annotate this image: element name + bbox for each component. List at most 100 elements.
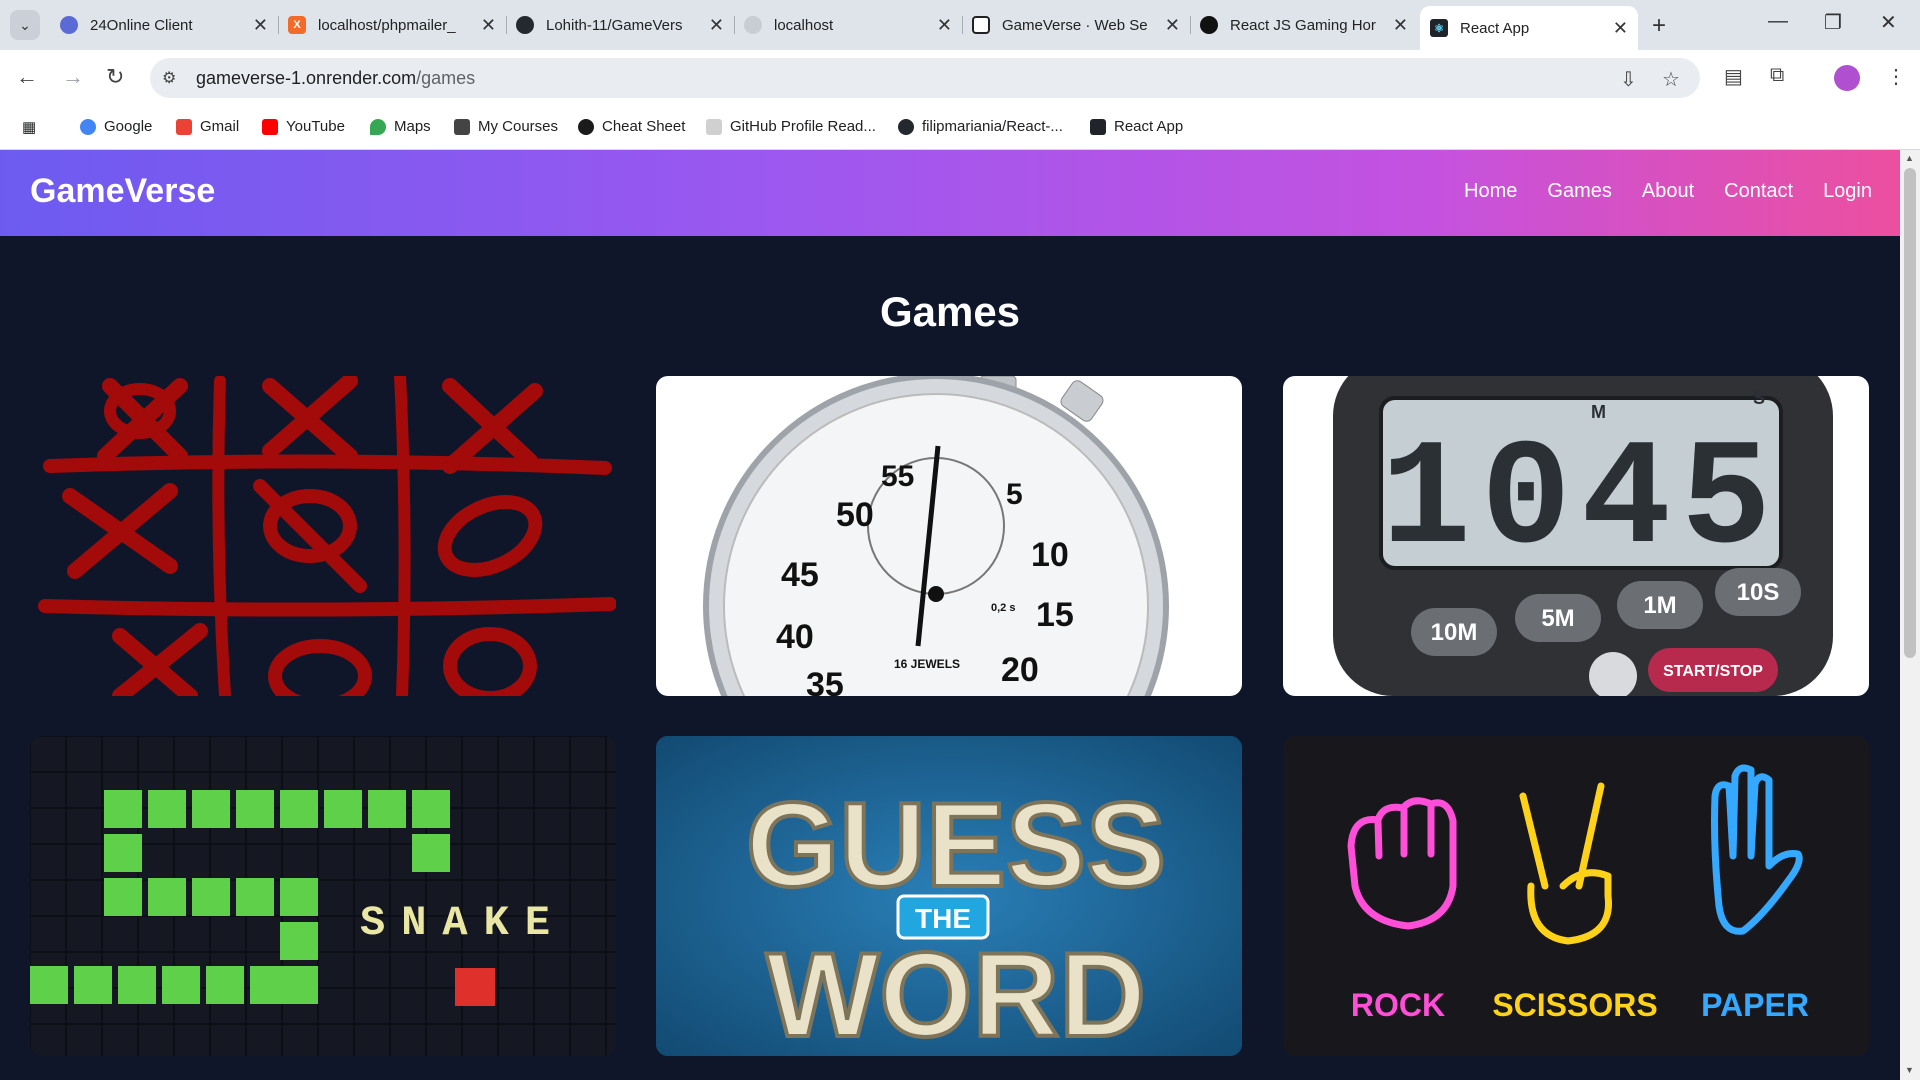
tab-react-app[interactable]: ⚛ React App ✕	[1420, 6, 1638, 50]
page-scrollbar[interactable]: ▲ ▼	[1900, 150, 1920, 1080]
forward-button[interactable]: →	[62, 64, 84, 90]
tab-title: localhost	[774, 16, 834, 34]
bookmark-maps[interactable]: Maps	[370, 118, 431, 135]
address-bar[interactable]: ⚙ gameverse-1.onrender.com/games ⇩ ☆	[150, 58, 1700, 98]
plus-icon: +	[1652, 12, 1667, 39]
scrollbar-thumb[interactable]	[1904, 168, 1916, 658]
close-icon[interactable]: ✕	[481, 15, 496, 36]
close-icon[interactable]: ✕	[1165, 15, 1180, 36]
cheatsheet-icon	[578, 118, 594, 135]
guess-text: GUESS	[746, 778, 1166, 912]
timer-button-label: 10M	[1431, 619, 1478, 646]
rps-label: ROCK	[1351, 987, 1445, 1023]
bookmark-label: Gmail	[200, 118, 240, 135]
url-text[interactable]: gameverse-1.onrender.com/games	[196, 68, 475, 89]
bookmark-label: React App	[1114, 118, 1184, 135]
nav-home[interactable]: Home	[1464, 180, 1517, 203]
courses-icon	[454, 118, 470, 135]
game-card-countdown-timer[interactable]: 1045 M S 10M 5M 1M 10S START/STOP	[1283, 376, 1869, 696]
install-app-icon[interactable]: ⇩	[1620, 67, 1637, 92]
apps-grid-icon[interactable]: ▦	[22, 118, 36, 136]
menu-dots-icon[interactable]: ⋮	[1886, 64, 1906, 89]
nav-login[interactable]: Login	[1823, 180, 1872, 203]
close-icon[interactable]: ✕	[253, 15, 268, 36]
browser-tab-strip: ⌄ 24Online Client ✕ X localhost/phpmaile…	[0, 0, 1920, 50]
gmail-icon	[176, 118, 192, 135]
youtube-icon	[262, 118, 278, 135]
github-icon	[898, 118, 914, 135]
scroll-down-icon[interactable]: ▼	[1905, 1065, 1914, 1075]
tab-github-gameverse[interactable]: Lohith-11/GameVers ✕	[506, 8, 735, 42]
tab-title: 24Online Client	[90, 16, 193, 34]
game-card-snake[interactable]: SNAKE	[30, 736, 616, 1056]
page-viewport: GameVerse Home Games About Contact Login…	[0, 150, 1900, 1080]
close-icon[interactable]: ✕	[937, 15, 952, 36]
tab-title: GameVerse · Web Se	[1002, 16, 1148, 34]
bookmark-label: Cheat Sheet	[602, 118, 686, 135]
site-info-icon[interactable]: ⚙	[162, 68, 176, 88]
extensions-icon[interactable]: ⧉	[1770, 64, 1784, 87]
bookmark-filipmariania[interactable]: filipmariania/React-...	[898, 118, 1063, 135]
arrow-left-icon: ←	[16, 64, 38, 89]
bookmark-youtube[interactable]: YouTube	[262, 118, 345, 135]
snake-title: SNAKE	[360, 899, 566, 947]
bookmark-google[interactable]: Google	[80, 118, 152, 135]
nav-games[interactable]: Games	[1547, 180, 1611, 203]
game-card-rock-paper-scissors[interactable]: ROCK SCISSORS PAPER	[1283, 736, 1869, 1056]
openai-icon	[1200, 16, 1218, 34]
timer-unit: M	[1591, 402, 1606, 422]
dial-label: 50	[836, 496, 874, 534]
close-window-button[interactable]: ✕	[1880, 10, 1897, 35]
close-icon[interactable]: ✕	[1613, 18, 1628, 39]
new-tab-button[interactable]: +	[1652, 12, 1666, 40]
game-card-stopwatch[interactable]: 55 50 45 40 35 5 10 15 20 16 JEWELS 0,2 …	[656, 376, 1242, 696]
tab-title: localhost/phpmailer_	[318, 16, 456, 34]
bookmark-label: Google	[104, 118, 153, 135]
timer-button-label: START/STOP	[1663, 663, 1763, 680]
bookmark-label: filipmariania/React-...	[922, 118, 1063, 135]
reload-button[interactable]: ↻	[106, 64, 124, 90]
tab-phpmailer[interactable]: X localhost/phpmailer_ ✕	[278, 8, 507, 42]
tic-tac-toe-image	[38, 376, 616, 696]
dial-label: 15	[1036, 596, 1074, 634]
back-button[interactable]: ←	[16, 64, 38, 90]
restore-button[interactable]: ❐	[1824, 10, 1842, 35]
bookmark-label: YouTube	[286, 118, 345, 135]
nav-contact[interactable]: Contact	[1724, 180, 1793, 203]
bookmark-star-icon[interactable]: ☆	[1662, 67, 1680, 92]
tab-render[interactable]: GameVerse · Web Se ✕	[962, 8, 1191, 42]
cloud-icon	[60, 16, 78, 34]
google-icon	[80, 118, 96, 135]
tab-localhost[interactable]: localhost ✕	[734, 8, 963, 42]
timer-button-label: 5M	[1541, 605, 1574, 632]
github-icon	[516, 16, 534, 34]
close-icon[interactable]: ✕	[709, 15, 724, 36]
bookmark-github-readme[interactable]: GitHub Profile Read...	[706, 118, 876, 135]
bookmark-react-app[interactable]: React App	[1090, 118, 1183, 135]
close-icon[interactable]: ✕	[1393, 15, 1408, 36]
game-card-tic-tac-toe[interactable]	[30, 376, 616, 696]
tab-24online[interactable]: 24Online Client ✕	[50, 8, 279, 42]
url-path: /games	[416, 68, 476, 88]
brand-logo[interactable]: GameVerse	[30, 172, 215, 211]
dial-label: 55	[881, 460, 914, 493]
word-text: WORD	[766, 928, 1146, 1056]
game-card-guess-the-word[interactable]: GUESS THE WORD	[656, 736, 1242, 1056]
bookmark-my-courses[interactable]: My Courses	[454, 118, 558, 135]
minimize-button[interactable]: —	[1768, 10, 1788, 33]
bookmark-gmail[interactable]: Gmail	[176, 118, 239, 135]
dial-label: 45	[781, 556, 819, 594]
react-icon	[1090, 118, 1106, 135]
bookmark-cheat-sheet[interactable]: Cheat Sheet	[578, 118, 685, 135]
tab-chatgpt[interactable]: React JS Gaming Hor ✕	[1190, 8, 1418, 42]
stopwatch-image: 55 50 45 40 35 5 10 15 20 16 JEWELS 0,2 …	[703, 376, 1169, 696]
tab-groups-icon[interactable]: ▤	[1724, 64, 1743, 89]
scroll-up-icon[interactable]: ▲	[1905, 153, 1914, 163]
dial-label: 20	[1001, 651, 1039, 689]
dial-label: 40	[776, 618, 814, 656]
avatar[interactable]	[1834, 65, 1860, 91]
rock-paper-scissors-image: ROCK SCISSORS PAPER	[1347, 764, 1809, 1023]
bookmark-label: My Courses	[478, 118, 559, 135]
tab-search-button[interactable]: ⌄	[10, 10, 40, 40]
nav-about[interactable]: About	[1642, 180, 1694, 203]
